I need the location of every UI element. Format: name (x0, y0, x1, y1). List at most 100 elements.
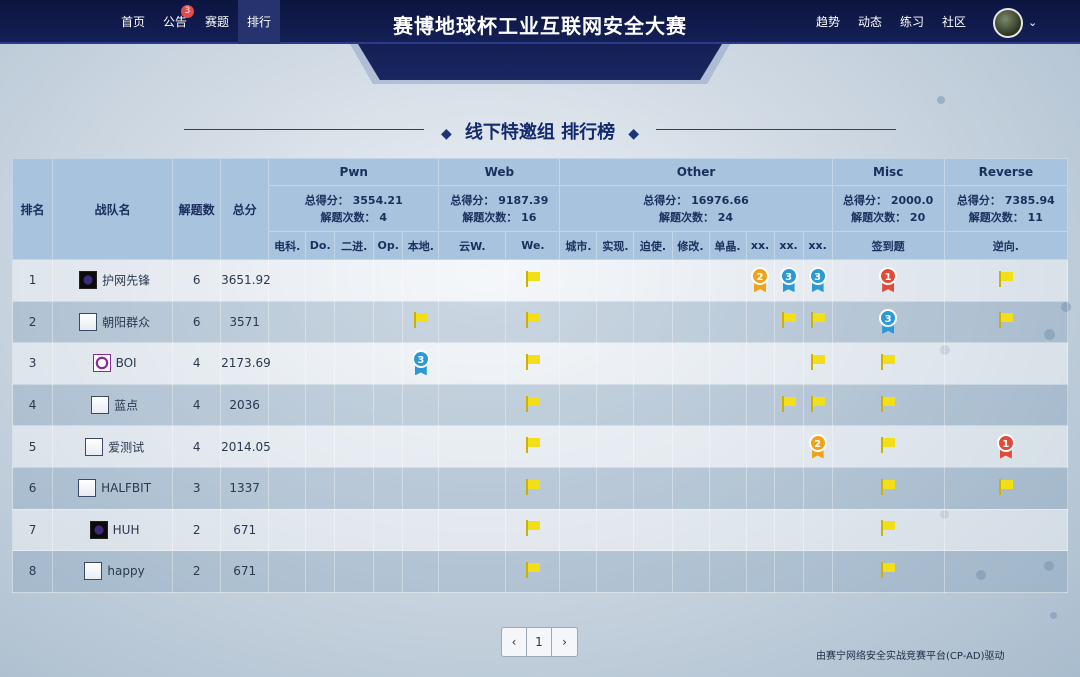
flag-icon (524, 395, 542, 412)
challenge-cell (402, 466, 440, 510)
rank-cell: 1 (11, 259, 54, 302)
team-cell[interactable]: 爱测试 (52, 425, 174, 468)
challenge-header[interactable]: 修改. (671, 231, 710, 260)
user-avatar[interactable] (993, 8, 1023, 38)
challenge-header[interactable]: 签到题 (831, 231, 945, 260)
team-logo-icon (89, 520, 108, 539)
challenge-header[interactable]: 本地. (402, 231, 440, 260)
team-name: 蓝点 (114, 398, 139, 413)
challenge-cell (402, 508, 440, 552)
flag-icon (879, 478, 897, 495)
challenge-cell (802, 550, 833, 593)
challenge-cell: 2 (802, 425, 833, 468)
challenge-header[interactable]: Do. (305, 231, 336, 260)
team-cell[interactable]: 护网先锋 (52, 259, 174, 302)
challenge-cell: 3 (402, 342, 440, 385)
challenge-header[interactable]: We. (505, 231, 561, 260)
challenge-header[interactable]: xx. (773, 231, 804, 260)
challenge-header[interactable]: Op. (373, 231, 404, 260)
diamond-icon: ◆ (440, 126, 452, 142)
next-page-button[interactable]: › (552, 628, 577, 656)
flag-icon (879, 395, 897, 412)
score-cell: 1337 (220, 466, 270, 510)
challenge-header[interactable]: 迫使. (633, 231, 673, 260)
nav-item-right-1[interactable]: 动态 (849, 0, 891, 44)
chevron-down-icon[interactable]: ⌄ (1028, 16, 1037, 29)
nav-item-3[interactable]: 排行 (238, 0, 281, 44)
challenge-header[interactable]: xx. (745, 231, 775, 260)
challenge-cell (745, 425, 775, 468)
nav-item-0[interactable]: 首页 (112, 0, 154, 44)
score-cell: 671 (220, 508, 270, 552)
challenge-cell (671, 383, 710, 427)
medal-1-icon: 1 (996, 433, 1016, 460)
prev-page-button[interactable]: ‹ (502, 628, 527, 656)
challenge-cell (505, 550, 561, 593)
solved-cell: 6 (172, 300, 222, 344)
flag-icon (997, 312, 1015, 329)
nav-item-right-0[interactable]: 趋势 (807, 0, 849, 44)
challenge-cell (268, 300, 307, 344)
page-1-button[interactable]: 1 (527, 628, 552, 656)
nav-item-right-3[interactable]: 社区 (933, 0, 975, 44)
challenge-cell (831, 383, 945, 427)
challenge-cell (559, 259, 598, 302)
challenge-header[interactable]: 单晶. (708, 231, 747, 260)
category-header-2: Other (559, 158, 833, 186)
team-header: 战队名 (52, 158, 174, 260)
nav-item-right-2[interactable]: 练习 (891, 0, 933, 44)
score-header: 总分 (220, 158, 270, 260)
flag-icon (524, 437, 542, 454)
challenge-cell (831, 508, 945, 552)
score-cell: 3651.92 (220, 259, 271, 302)
team-cell[interactable]: 朝阳群众 (52, 300, 174, 344)
challenge-cell: 3 (831, 300, 945, 344)
challenge-cell (438, 466, 507, 510)
challenge-cell (633, 300, 673, 344)
flag-icon (879, 353, 897, 370)
solved-cell: 6 (172, 259, 222, 302)
challenge-cell (773, 466, 804, 510)
team-cell[interactable]: BOI (52, 342, 174, 385)
challenge-cell (831, 342, 945, 385)
team-cell[interactable]: 蓝点 (52, 383, 174, 427)
challenge-cell: 1 (943, 425, 1069, 468)
challenge-cell (305, 259, 336, 302)
challenge-cell (831, 550, 945, 593)
medal-1-icon: 1 (878, 267, 898, 293)
challenge-cell (438, 383, 507, 427)
flag-icon (780, 395, 798, 412)
challenge-header[interactable]: 逆向. (943, 231, 1069, 260)
team-name: BOI (115, 356, 137, 371)
challenge-cell (334, 383, 375, 427)
team-cell[interactable]: happy (52, 550, 174, 593)
challenge-cell (943, 383, 1069, 427)
team-cell[interactable]: HALFBIT (52, 466, 174, 510)
team-cell[interactable]: HUH (52, 508, 174, 552)
title-line-right (656, 129, 896, 130)
nav-item-2[interactable]: 赛题 (196, 0, 238, 44)
challenge-cell (438, 508, 507, 552)
challenge-header[interactable]: 二进. (334, 231, 375, 260)
challenge-header[interactable]: 电科. (268, 231, 307, 260)
category-solves: 解题次数： 20 (851, 210, 926, 224)
challenge-cell (596, 425, 635, 468)
challenge-cell (402, 383, 440, 427)
category-stats-3: 总得分： 2000.0 解题次数： 20 (831, 185, 945, 232)
challenge-cell (708, 300, 747, 344)
challenge-header[interactable]: xx. (802, 231, 833, 260)
nav-label: 趋势 (816, 15, 841, 29)
challenge-cell (402, 425, 440, 468)
category-score: 总得分： 16976.66 (643, 193, 749, 207)
challenge-header[interactable]: 云W. (438, 231, 507, 260)
challenge-header[interactable]: 城市. (559, 231, 598, 260)
nav-item-1[interactable]: 公告 3 (154, 0, 196, 44)
rank-cell: 3 (11, 342, 54, 385)
challenge-cell (402, 300, 440, 344)
challenge-cell (438, 425, 507, 468)
challenge-cell (402, 259, 440, 302)
challenge-header[interactable]: 实现. (596, 231, 635, 260)
challenge-cell (305, 342, 336, 385)
table-row: 8 happy 2 671 (11, 550, 1069, 593)
flag-icon (780, 312, 798, 329)
